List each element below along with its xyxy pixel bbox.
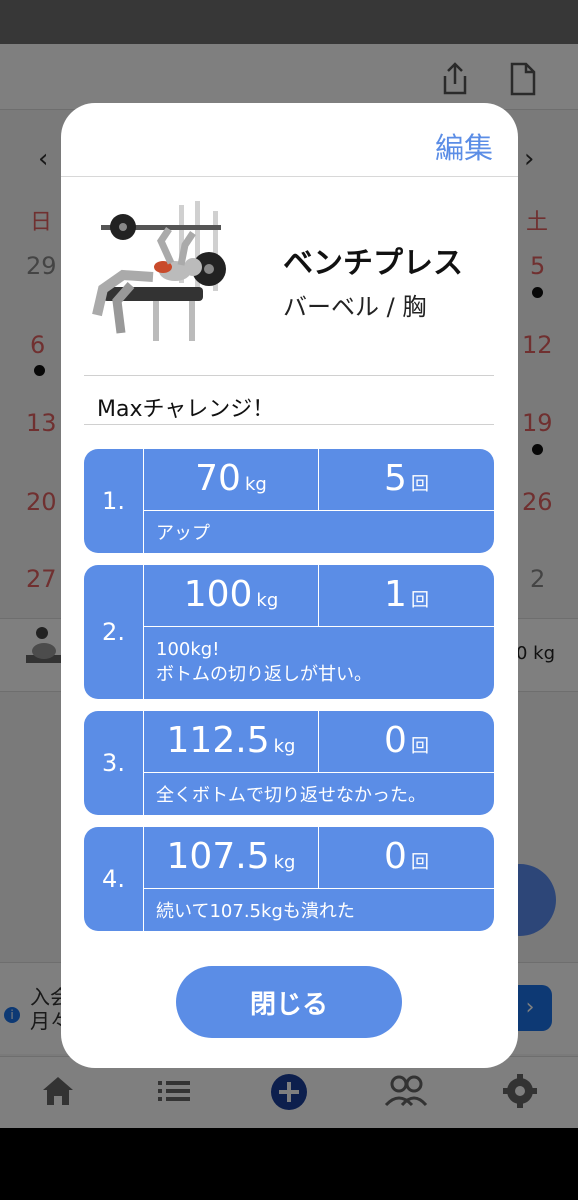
reps-value: 1	[384, 574, 407, 615]
set-card: 4. 107.5 kg 0 回 続いて107.5kgも潰れた	[84, 827, 494, 931]
weight-value: 107.5	[166, 836, 270, 877]
dialog-header: 編集	[61, 103, 518, 177]
set-weight: 100 kg	[144, 565, 319, 627]
set-number: 4.	[84, 827, 144, 931]
set-reps: 5 回	[319, 449, 494, 511]
workout-memo: Maxチャレンジ！	[97, 397, 275, 422]
divider	[84, 375, 494, 376]
set-card: 3. 112.5 kg 0 回 全くボトムで切り返せなかった。	[84, 711, 494, 815]
weight-unit: kg	[273, 736, 296, 757]
set-reps: 0 回	[319, 827, 494, 889]
reps-unit: 回	[410, 590, 429, 611]
reps-unit: 回	[410, 852, 429, 873]
weight-value: 100	[183, 574, 253, 615]
workout-detail-dialog: 編集 ベンチプレス バーベル / 胸 Maxチャレンジ！ 1. 70 kg 5	[61, 103, 518, 1068]
set-note: 続いて107.5kgも潰れた	[156, 901, 355, 922]
set-weight: 112.5 kg	[144, 711, 319, 773]
exercise-name: ベンチプレス	[283, 246, 463, 281]
set-reps: 1 回	[319, 565, 494, 627]
set-number: 3.	[84, 711, 144, 815]
reps-unit: 回	[410, 736, 429, 757]
set-card: 1. 70 kg 5 回 アップ	[84, 449, 494, 553]
weight-unit: kg	[244, 474, 267, 495]
set-note: 100kg! ボトムの切り返しが甘い。	[156, 639, 372, 685]
exercise-category: バーベル / 胸	[283, 293, 427, 321]
divider	[84, 424, 494, 425]
set-note: アップ	[156, 523, 210, 544]
weight-value: 112.5	[166, 720, 270, 761]
set-note: 全くボトムで切り返せなかった。	[156, 785, 426, 806]
set-reps: 0 回	[319, 711, 494, 773]
set-weight: 107.5 kg	[144, 827, 319, 889]
close-button[interactable]: 閉じる	[176, 966, 402, 1038]
reps-unit: 回	[410, 474, 429, 495]
system-navigation-bar	[0, 1128, 578, 1200]
set-number: 2.	[84, 565, 144, 699]
bench-press-illustration-icon	[92, 201, 226, 341]
weight-unit: kg	[273, 852, 296, 873]
reps-value: 0	[384, 836, 407, 877]
weight-value: 70	[195, 458, 241, 499]
set-number: 1.	[84, 449, 144, 553]
edit-button[interactable]: 編集	[435, 125, 493, 167]
set-card: 2. 100 kg 1 回 100kg! ボトムの切り返しが甘い。	[84, 565, 494, 699]
weight-unit: kg	[256, 590, 279, 611]
reps-value: 5	[384, 458, 407, 499]
set-weight: 70 kg	[144, 449, 319, 511]
reps-value: 0	[384, 720, 407, 761]
